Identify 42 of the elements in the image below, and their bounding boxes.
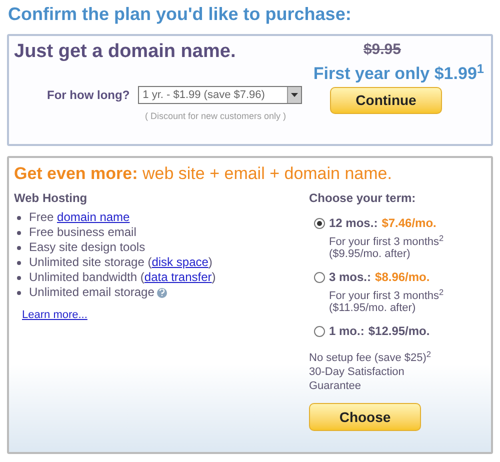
feature-text: Unlimited email storage — [29, 285, 154, 300]
feature-link[interactable]: data transfer — [144, 270, 212, 284]
setup-note: No setup fee (save $25)$^{2}$ — [309, 352, 432, 365]
term-label: 3 mos.: — [329, 269, 372, 286]
term-price: $7.46/mo. — [382, 215, 436, 232]
continue-button[interactable]: Continue — [330, 87, 442, 114]
feature-text: Free business email — [29, 225, 136, 240]
duration-dropdown[interactable]: 1 yr. - $1.99 (save $7.96) — [138, 86, 302, 104]
offer-price: First year only $1.99$^{1}$ — [313, 63, 484, 85]
term-label: 12 mos.: — [329, 215, 378, 232]
bullet-icon — [17, 246, 21, 250]
feature-text: Free domain name — [29, 210, 130, 225]
feature-text: Easy site design tools — [29, 240, 146, 255]
feature-text: Unlimited bandwidth (data transfer) — [29, 270, 216, 285]
term-price: $8.96/mo. — [375, 269, 430, 286]
discount-note: ( Discount for new customers only ) — [145, 110, 288, 123]
term-heading: Choose your term: — [309, 190, 417, 206]
plan-title: Just get a domain name. — [14, 40, 237, 64]
bullet-icon — [17, 216, 21, 220]
help-icon[interactable] — [157, 288, 168, 298]
radio-button[interactable] — [314, 326, 325, 336]
bullet-icon — [17, 260, 21, 264]
learn-more-link[interactable]: Learn more... — [22, 307, 88, 324]
choose-button[interactable]: Choose — [309, 403, 421, 431]
term-note: For your first 3 months$^{2}$ ($11.95/mo. after) — [329, 290, 444, 314]
page-title: Confirm the plan you'd like to purchase: — [8, 3, 352, 26]
term-label: 1 mo.: — [329, 323, 364, 340]
plan-title: Get even more: web site + email + domain name. — [14, 163, 393, 185]
feature-text: Unlimited site storage (disk space) — [29, 255, 212, 270]
term-note: For your first 3 months$^{2}$ ($9.95/mo. after) — [329, 236, 444, 260]
bullet-icon — [17, 276, 21, 280]
feature-link[interactable]: domain name — [57, 210, 130, 224]
bullet-icon — [17, 290, 21, 294]
bullet-icon — [17, 230, 21, 234]
guarantee-note: 30-Day Satisfaction Guarantee — [309, 365, 406, 393]
radio-button[interactable] — [314, 272, 325, 282]
old-price: $9.95 — [363, 40, 401, 60]
feature-link[interactable]: disk space — [152, 255, 208, 269]
duration-label: For how long? — [47, 87, 130, 104]
radio-button[interactable] — [314, 218, 325, 228]
term-price: $12.95/mo. — [368, 323, 430, 340]
features-heading: Web Hosting — [14, 190, 88, 206]
